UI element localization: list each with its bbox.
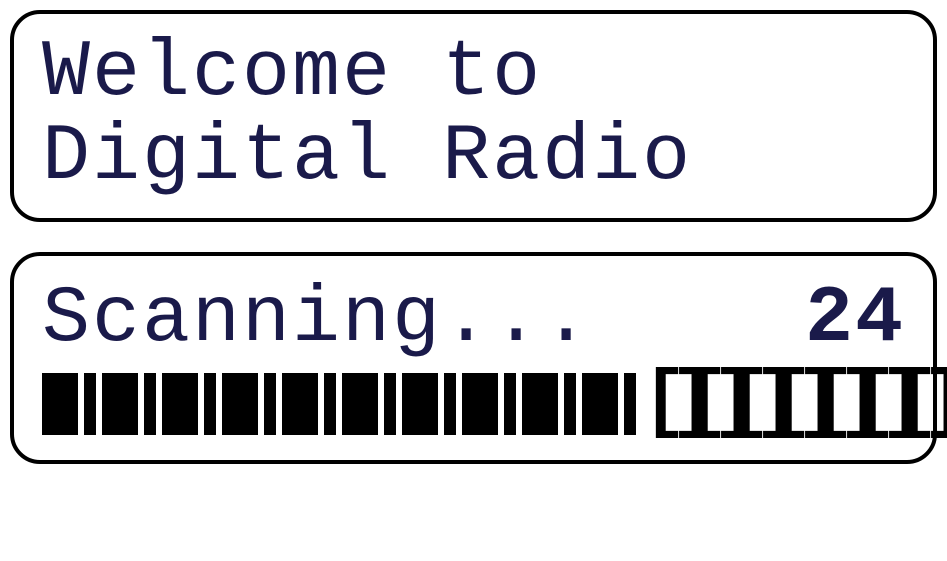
progress-segment-empty: [] [894,373,930,435]
progress-segment-tick [84,373,96,435]
scan-status-row: Scanning... 24 [42,274,905,365]
progress-segment-filled [342,373,378,435]
progress-segment-tick [144,373,156,435]
welcome-panel: Welcome to Digital Radio [10,10,937,222]
progress-segment-filled [222,373,258,435]
progress-segment-filled [462,373,498,435]
scan-status-label: Scanning... [42,274,592,365]
progress-segment-tick [624,373,636,435]
progress-segment-empty: [] [852,373,888,435]
welcome-line-2: Digital Radio [42,116,905,200]
progress-segment-filled [522,373,558,435]
progress-segment-filled [102,373,138,435]
progress-segment-tick [264,373,276,435]
progress-segment-filled [402,373,438,435]
progress-segment-empty: [] [810,373,846,435]
progress-segment-empty: [] [768,373,804,435]
progress-segment-filled [42,373,78,435]
progress-segment-tick [444,373,456,435]
scan-panel: Scanning... 24 [][][][][][][][][][] [10,252,937,464]
progress-segment-empty: [] [726,373,762,435]
progress-segment-tick [324,373,336,435]
progress-segment-filled [582,373,618,435]
progress-segment-filled [282,373,318,435]
scan-count-value: 24 [805,274,905,365]
progress-segment-empty: [] [684,373,720,435]
progress-segment-tick [384,373,396,435]
progress-segment-tick [564,373,576,435]
welcome-line-1: Welcome to [42,32,905,116]
progress-segment-empty: [] [936,373,947,435]
progress-segment-tick [204,373,216,435]
scan-progress-bar: [][][][][][][][][][] [42,373,905,435]
progress-segment-filled [162,373,198,435]
progress-segment-empty: [] [642,373,678,435]
progress-segment-tick [504,373,516,435]
